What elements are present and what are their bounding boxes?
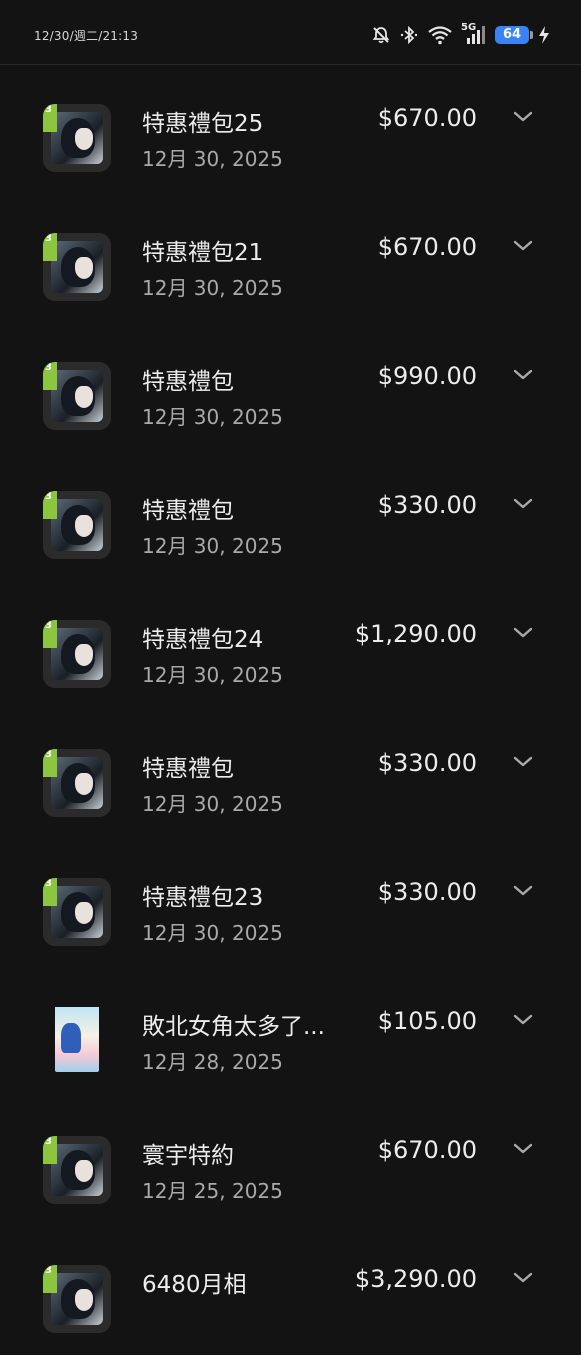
- bluetooth-icon: [400, 25, 418, 45]
- game-app-icon: [43, 1265, 111, 1333]
- purchase-title: 敗北女角太多了...: [142, 1014, 325, 1040]
- purchase-price: $330.00: [377, 749, 477, 777]
- book-cover-icon: [43, 1007, 111, 1075]
- status-icons: 5G 64: [371, 22, 551, 48]
- chevron-down-icon[interactable]: [512, 1012, 534, 1028]
- purchase-date: 12月 30, 2025: [142, 921, 283, 945]
- purchase-date: 12月 30, 2025: [142, 147, 283, 171]
- purchase-price: $990.00: [377, 362, 477, 390]
- purchase-title: 特惠禮包24: [142, 627, 264, 653]
- chevron-down-icon[interactable]: [512, 1270, 534, 1286]
- purchase-row[interactable]: 特惠禮包25 12月 30, 2025 $670.00: [0, 65, 581, 194]
- purchase-title: 特惠禮包: [142, 369, 234, 395]
- purchase-date: 12月 28, 2025: [142, 1050, 283, 1074]
- chevron-down-icon[interactable]: [512, 1141, 534, 1157]
- game-app-icon: [43, 233, 111, 301]
- game-app-icon: [43, 620, 111, 688]
- purchase-row[interactable]: 特惠禮包23 12月 30, 2025 $330.00: [0, 839, 581, 968]
- purchase-title: 特惠禮包25: [142, 111, 264, 137]
- chevron-down-icon[interactable]: [512, 109, 534, 125]
- purchase-price: $670.00: [377, 233, 477, 261]
- chevron-down-icon[interactable]: [512, 883, 534, 899]
- purchase-title: 特惠禮包23: [142, 885, 264, 911]
- purchase-row[interactable]: 特惠禮包24 12月 30, 2025 $1,290.00: [0, 581, 581, 710]
- purchase-history-list: 特惠禮包25 12月 30, 2025 $670.00 特惠禮包21 12月 30, 2…: [0, 65, 581, 1355]
- purchase-date: 12月 30, 2025: [142, 405, 283, 429]
- game-app-icon: [43, 362, 111, 430]
- purchase-title: 特惠禮包: [142, 756, 234, 782]
- game-app-icon: [43, 1136, 111, 1204]
- chevron-down-icon[interactable]: [512, 367, 534, 383]
- purchase-price: $670.00: [377, 104, 477, 132]
- purchase-price: $1,290.00: [354, 620, 477, 648]
- game-app-icon: [43, 878, 111, 946]
- signal-icon: 5G: [461, 22, 487, 46]
- purchase-row[interactable]: 特惠禮包 12月 30, 2025 $990.00: [0, 323, 581, 452]
- charging-icon: [539, 26, 549, 44]
- purchase-date: 12月 30, 2025: [142, 534, 283, 558]
- chevron-down-icon[interactable]: [512, 496, 534, 512]
- purchase-date: 12月 30, 2025: [142, 663, 283, 687]
- wifi-icon: [428, 26, 452, 45]
- purchase-date: 12月 30, 2025: [142, 792, 283, 816]
- chevron-down-icon[interactable]: [512, 625, 534, 641]
- mute-icon: [372, 27, 390, 44]
- battery-icon: 64: [495, 26, 533, 44]
- game-app-icon: [43, 491, 111, 559]
- purchase-row[interactable]: 6480月相 $3,290.00: [0, 1226, 581, 1355]
- purchase-price: $330.00: [377, 878, 477, 906]
- purchase-title: 6480月相: [142, 1272, 247, 1298]
- purchase-row[interactable]: 寰宇特約 12月 25, 2025 $670.00: [0, 1097, 581, 1226]
- purchase-row[interactable]: 特惠禮包 12月 30, 2025 $330.00: [0, 710, 581, 839]
- purchase-price: $670.00: [377, 1136, 477, 1164]
- purchase-row[interactable]: 特惠禮包 12月 30, 2025 $330.00: [0, 452, 581, 581]
- purchase-title: 特惠禮包: [142, 498, 234, 524]
- purchase-title: 寰宇特約: [142, 1143, 234, 1169]
- purchase-price: $330.00: [377, 491, 477, 519]
- purchase-price: $105.00: [377, 1007, 477, 1035]
- purchase-row[interactable]: 敗北女角太多了... 12月 28, 2025 $105.00: [0, 968, 581, 1097]
- game-app-icon: [43, 749, 111, 817]
- status-bar: 12/30/週二/21:13 5G 64: [0, 0, 581, 65]
- purchase-title: 特惠禮包21: [142, 240, 264, 266]
- chevron-down-icon[interactable]: [512, 754, 534, 770]
- game-app-icon: [43, 104, 111, 172]
- purchase-date: 12月 30, 2025: [142, 276, 283, 300]
- status-time: 12/30/週二/21:13: [34, 29, 139, 43]
- chevron-down-icon[interactable]: [512, 238, 534, 254]
- purchase-row[interactable]: 特惠禮包21 12月 30, 2025 $670.00: [0, 194, 581, 323]
- purchase-date: 12月 25, 2025: [142, 1179, 283, 1203]
- purchase-price: $3,290.00: [354, 1265, 477, 1293]
